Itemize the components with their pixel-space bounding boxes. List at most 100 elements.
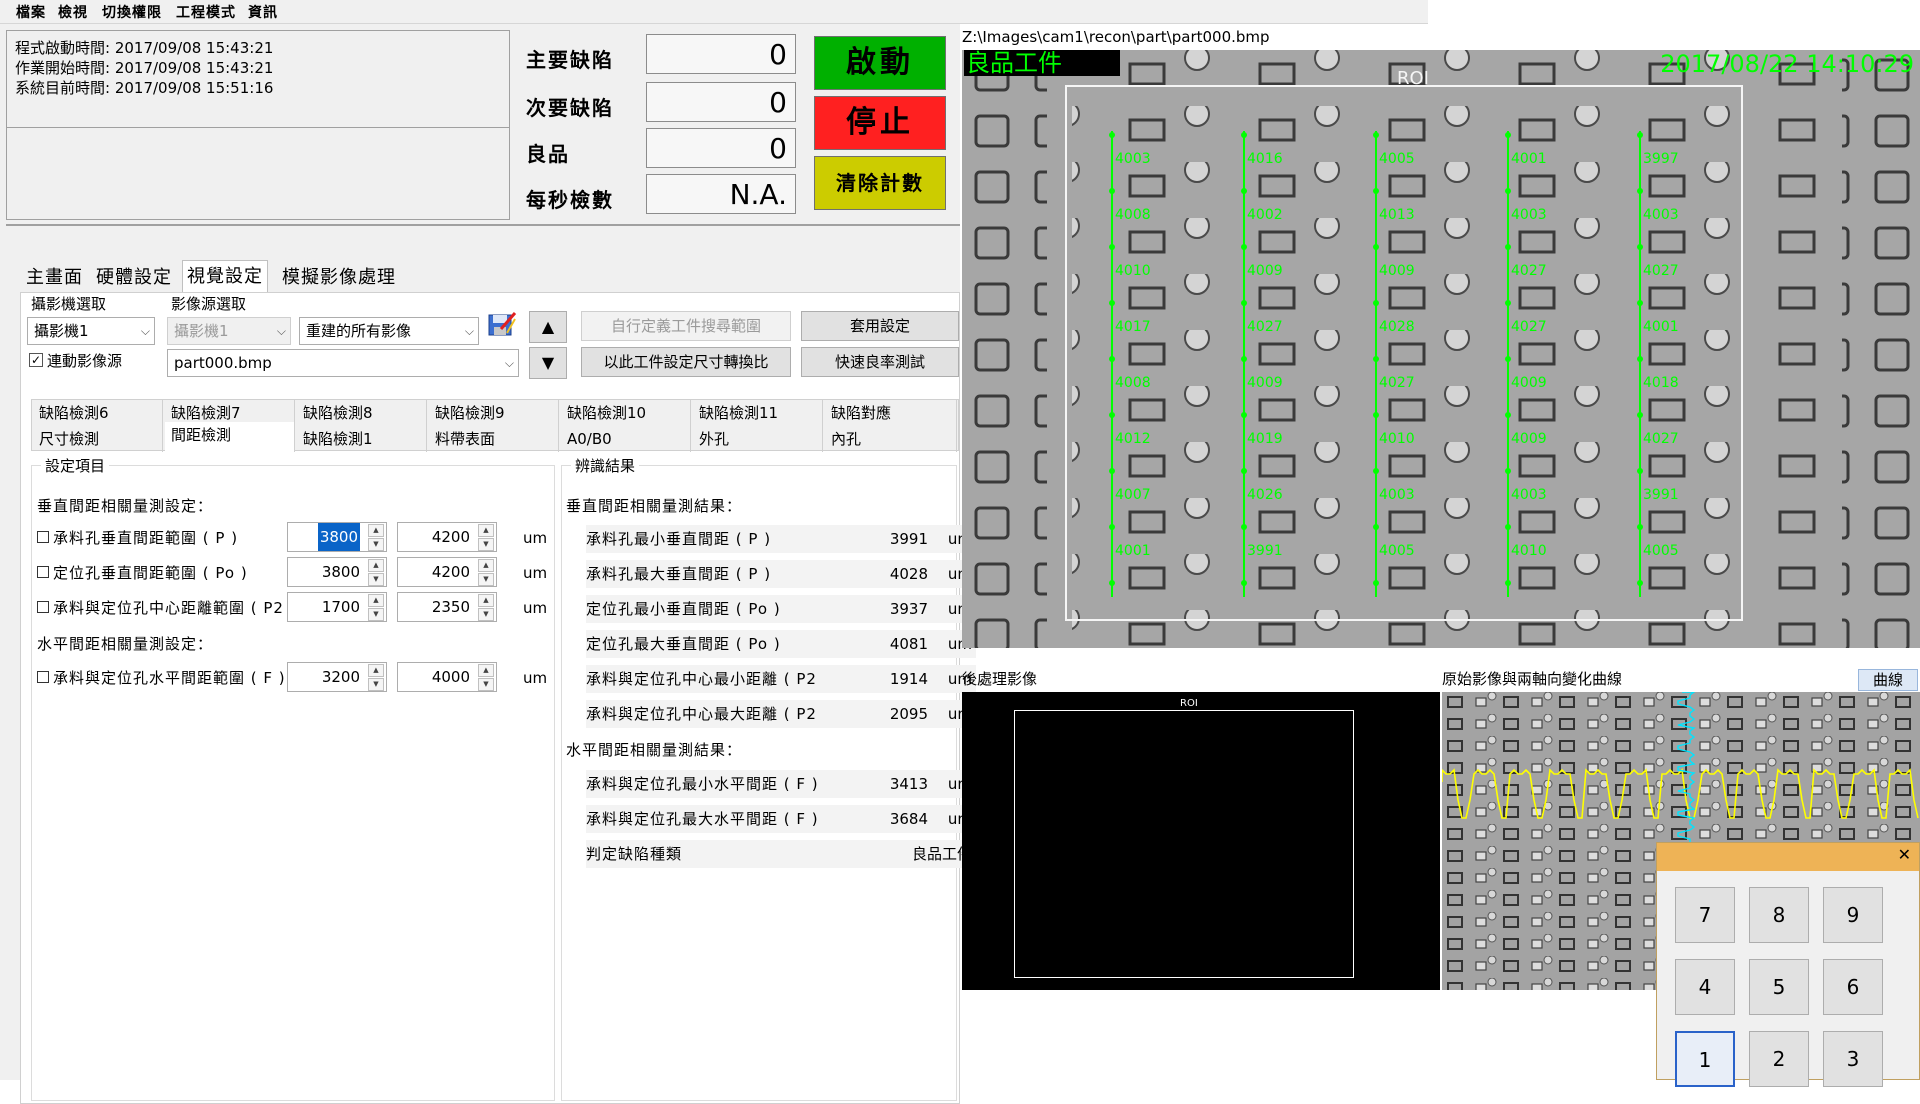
curve-button[interactable]: 曲線 [1858, 669, 1918, 691]
link-source-checkbox[interactable]: ✓ [29, 353, 43, 367]
up-arrow-button[interactable]: ▲ [529, 311, 567, 343]
spin-down-icon[interactable]: ▼ [478, 573, 494, 586]
custom-roi-button[interactable]: 自行定義工件搜尋範圍 [581, 311, 791, 341]
spin-up-icon[interactable]: ▲ [368, 559, 384, 572]
subtab-a0b0[interactable]: A0/B0 [561, 426, 691, 452]
subtab-defect1[interactable]: 缺陷檢測1 [297, 426, 427, 452]
p-range-label: 承料孔垂直間距範圍 ( P ) [53, 529, 239, 547]
key-9[interactable]: 9 [1823, 887, 1883, 943]
key-3[interactable]: 3 [1823, 1031, 1883, 1087]
subtab-defect8[interactable]: 缺陷檢測8 [297, 400, 427, 426]
quick-yield-test-button[interactable]: 快速良率測試 [801, 347, 959, 377]
tab-vision[interactable]: 視覺設定 [182, 260, 268, 292]
p2-range-checkbox[interactable] [37, 601, 49, 613]
subtab-outer-hole[interactable]: 外孔 [693, 426, 823, 452]
key-1[interactable]: 1 [1675, 1031, 1735, 1087]
source-camera-select[interactable]: 攝影機1 ⌵ [167, 317, 291, 345]
key-4[interactable]: 4 [1675, 959, 1735, 1015]
defect-type-label: 判定缺陷種類 [586, 845, 683, 863]
subtab-defect6[interactable]: 缺陷檢測6 [33, 400, 163, 426]
measure-point [1373, 300, 1379, 306]
spin-down-icon[interactable]: ▼ [368, 573, 384, 586]
measure-value: 3991 [1247, 543, 1283, 559]
measure-value: 4001 [1511, 151, 1547, 167]
p2-min-spinner[interactable]: 1700 ▲ ▼ [287, 592, 387, 622]
spin-up-icon[interactable]: ▲ [478, 559, 494, 572]
inspection-image[interactable]: 4003 4008 4010 4017 4008 4012 4007 4001 4016 4002… [962, 49, 1920, 648]
po-range-label: 定位孔垂直間距範圍 ( Po ) [53, 564, 248, 582]
start-button[interactable]: 啟動 [814, 36, 946, 90]
spin-up-icon[interactable]: ▲ [478, 664, 494, 677]
set-ratio-button[interactable]: 以此工件設定尺寸轉換比 [581, 347, 791, 377]
f-min-spinner[interactable]: 3200 ▲ ▼ [287, 662, 387, 692]
key-2[interactable]: 2 [1749, 1031, 1809, 1087]
spin-down-icon[interactable]: ▼ [368, 538, 384, 551]
tab-hardware[interactable]: 硬體設定 [92, 264, 176, 292]
po-min-spinner[interactable]: 3800 ▲ ▼ [287, 557, 387, 587]
menu-engineering[interactable]: 工程模式 [176, 2, 236, 22]
spin-up-icon[interactable]: ▲ [478, 524, 494, 537]
spin-down-icon[interactable]: ▼ [368, 608, 384, 621]
key-8[interactable]: 8 [1749, 887, 1809, 943]
p-min-spinner[interactable]: 3800 ▲ ▼ [287, 522, 387, 552]
spin-up-icon[interactable]: ▲ [368, 664, 384, 677]
spin-up-icon[interactable]: ▲ [478, 594, 494, 607]
down-arrow-button[interactable]: ▼ [529, 347, 567, 379]
subtab-defect11[interactable]: 缺陷檢測11 [693, 400, 823, 426]
spin-down-icon[interactable]: ▼ [478, 678, 494, 691]
minor-defect-label: 次要缺陷 [526, 96, 614, 120]
inspection-canvas: 4003 4008 4010 4017 4008 4012 4007 4001 4016 4002… [962, 49, 1920, 648]
result-value: 4028 [889, 565, 928, 583]
info-box: 程式啟動時間: 2017/09/08 15:43:21 作業開始時間: 2017… [6, 30, 510, 220]
menu-permission[interactable]: 切換權限 [102, 2, 162, 22]
measure-point [1241, 300, 1247, 306]
apply-settings-button[interactable]: 套用設定 [801, 311, 959, 341]
spin-up-icon[interactable]: ▲ [368, 524, 384, 537]
post-roi-label: ROI [1180, 698, 1198, 709]
tab-simulation[interactable]: 模擬影像處理 [278, 264, 400, 292]
result-row: 承料孔最小垂直間距 ( P ) 3991 um [586, 525, 976, 553]
subtab-tape-surface[interactable]: 料帶表面 [429, 426, 559, 452]
key-6[interactable]: 6 [1823, 959, 1883, 1015]
source-mode-select[interactable]: 重建的所有影像 ⌵ [299, 317, 479, 345]
f-range-checkbox[interactable] [37, 671, 49, 683]
key-5[interactable]: 5 [1749, 959, 1809, 1015]
rate-label: 每秒檢數 [526, 188, 614, 212]
f-max-spinner[interactable]: 4000 ▲ ▼ [397, 662, 497, 692]
stop-button[interactable]: 停止 [814, 96, 946, 150]
spin-down-icon[interactable]: ▼ [478, 608, 494, 621]
tab-main[interactable]: 主畫面 [22, 264, 87, 292]
menu-info[interactable]: 資訊 [248, 2, 278, 22]
save-icon[interactable] [487, 309, 517, 339]
subtab-defect9[interactable]: 缺陷檢測9 [429, 400, 559, 426]
spin-down-icon[interactable]: ▼ [368, 678, 384, 691]
spin-down-icon[interactable]: ▼ [478, 538, 494, 551]
menu-file[interactable]: 檔案 [16, 2, 46, 22]
p-max-spinner[interactable]: 4200 ▲ ▼ [397, 522, 497, 552]
p2-max-spinner[interactable]: 2350 ▲ ▼ [397, 592, 497, 622]
subtab-inner-hole[interactable]: 內孔 [825, 426, 957, 452]
subtab-spacing[interactable]: 間距檢測 [165, 422, 295, 452]
numeric-keypad: ✕ 7 8 9 4 5 6 1 2 3 [1656, 842, 1920, 1087]
measure-point [1241, 468, 1247, 474]
menu-view[interactable]: 檢視 [58, 2, 88, 22]
spin-up-icon[interactable]: ▲ [368, 594, 384, 607]
info-divider [7, 127, 509, 128]
source-file-select[interactable]: part000.bmp ⌵ [167, 349, 519, 377]
subtab-defect10[interactable]: 缺陷檢測10 [561, 400, 691, 426]
measure-value: 4028 [1379, 319, 1415, 335]
close-icon[interactable]: ✕ [1898, 845, 1911, 864]
key-7[interactable]: 7 [1675, 887, 1735, 943]
measure-value: 4012 [1115, 431, 1151, 447]
clear-count-button[interactable]: 清除計數 [814, 156, 946, 210]
p-range-checkbox[interactable] [37, 531, 49, 543]
po-range-checkbox[interactable] [37, 566, 49, 578]
horizontal-results-header: 水平間距相關量測結果： [566, 741, 743, 759]
po-max-spinner[interactable]: 4200 ▲ ▼ [397, 557, 497, 587]
camera-select[interactable]: 攝影機1 ⌵ [27, 317, 155, 345]
subtab-defect-mapping[interactable]: 缺陷對應 [825, 400, 957, 426]
subtab-dimension[interactable]: 尺寸檢測 [33, 426, 163, 452]
measure-point [1241, 132, 1247, 138]
camera-select-value: 攝影機1 [34, 322, 89, 340]
chevron-down-icon: ⌵ [504, 356, 514, 370]
